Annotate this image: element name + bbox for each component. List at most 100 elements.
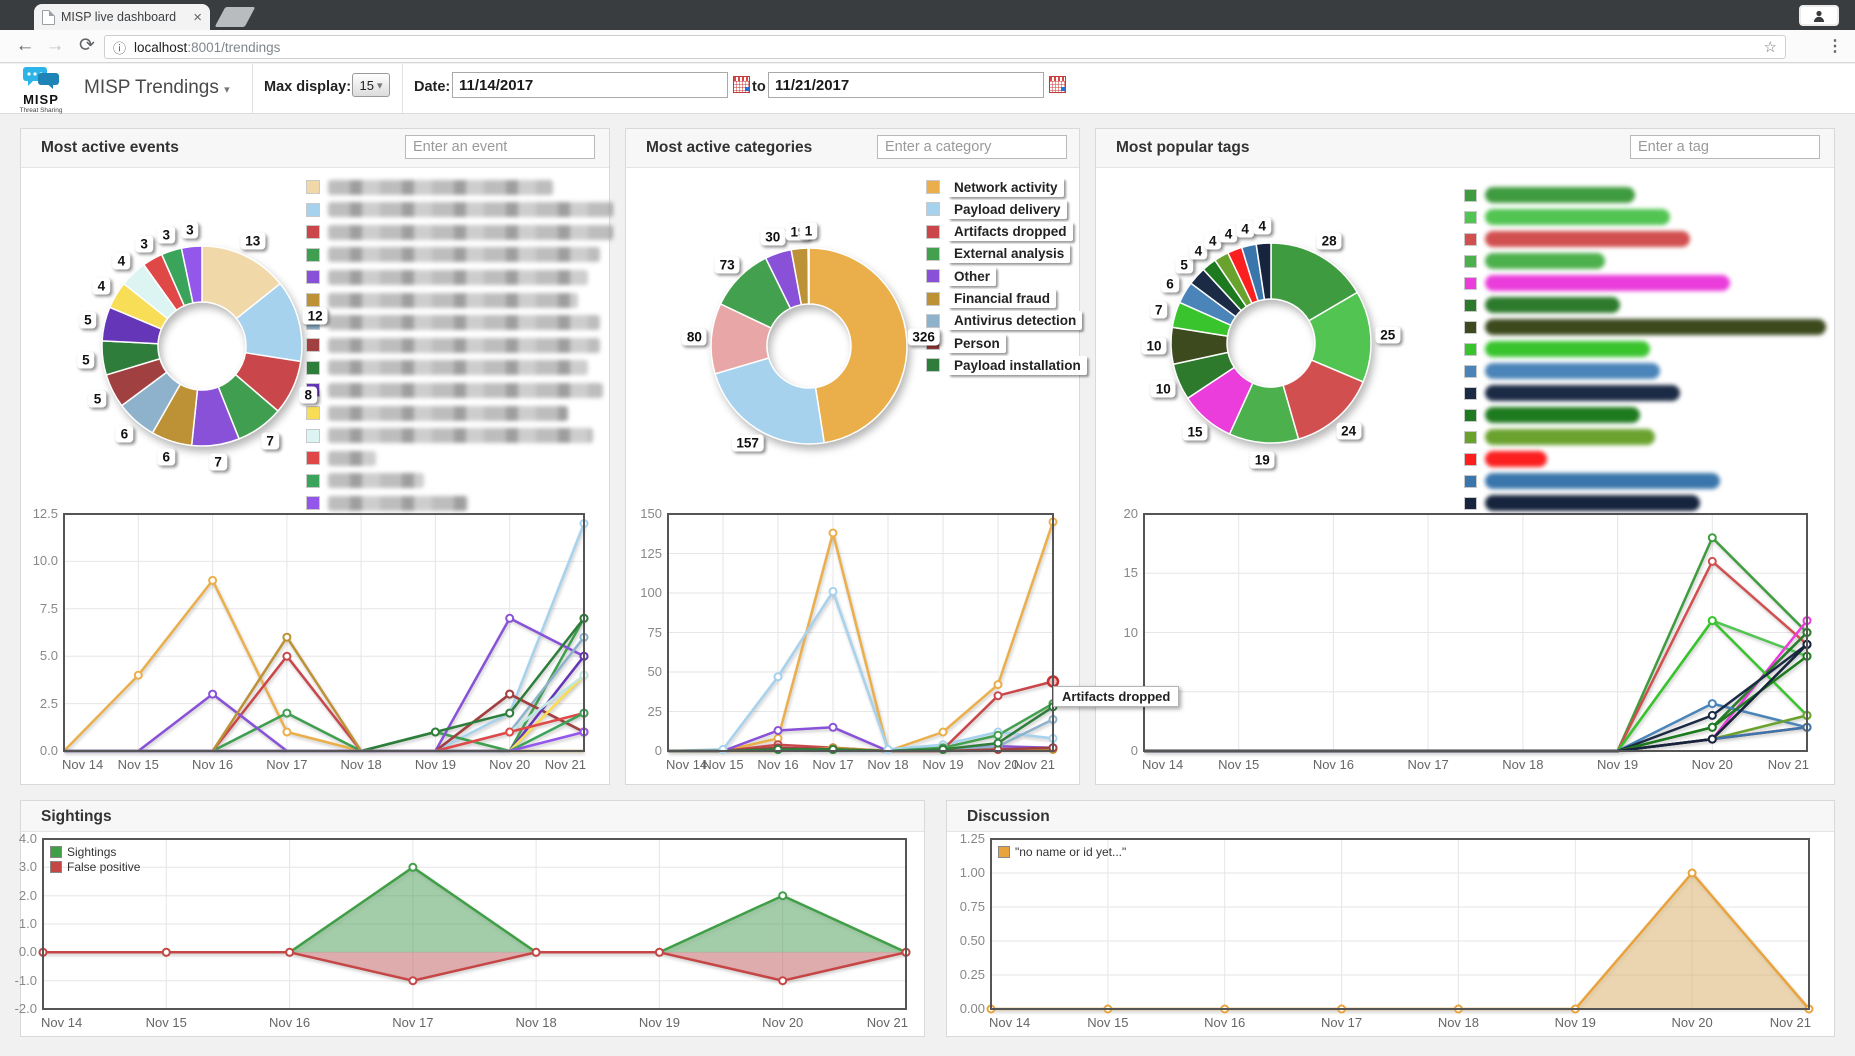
legend-swatch — [306, 225, 320, 239]
x-axis-tick-label: Nov 15 — [135, 1015, 197, 1030]
separator — [252, 64, 253, 113]
donut-value-label: 12 — [303, 308, 328, 325]
url-bar[interactable]: ⓘ localhost :8001/trendings ☆ — [104, 35, 1786, 59]
donut-value-label: 10 — [1142, 338, 1167, 355]
legend-label: Payload delivery — [948, 200, 1067, 219]
legend-label: Network activity — [948, 178, 1064, 197]
date-to-input[interactable] — [768, 72, 1044, 98]
x-axis-tick-label: Nov 17 — [802, 757, 864, 772]
y-axis-tick-label: 15 — [1092, 565, 1138, 580]
legend-swatch — [926, 202, 940, 216]
legend-item-category: Financial fraud — [926, 290, 1056, 308]
panel-sightings: Sightings -2.0-1.00.01.02.03.04.0Nov 14N… — [20, 800, 925, 1037]
x-axis-tick-label: Nov 19 — [1544, 1015, 1606, 1030]
legend-swatch — [926, 314, 940, 328]
bookmark-star-icon[interactable]: ☆ — [1764, 38, 1777, 56]
chart-tooltip: Artifacts dropped — [1053, 686, 1179, 707]
calendar-icon[interactable] — [733, 76, 750, 93]
sightings[interactable] — [43, 839, 906, 1009]
donut-value-label: 7 — [1150, 301, 1168, 318]
legend-label: Artifacts dropped — [948, 222, 1073, 241]
legend-swatch — [1464, 453, 1477, 466]
redacted-tag-chip — [1485, 495, 1700, 511]
date-from-input[interactable] — [452, 72, 728, 98]
calendar-icon[interactable] — [1049, 76, 1066, 93]
x-axis-tick-label: Nov 16 — [259, 1015, 321, 1030]
date-to-label: to — [752, 79, 766, 95]
redacted-tag-chip — [1485, 297, 1620, 313]
y-axis-tick-label: 125 — [616, 546, 662, 561]
categories_donut[interactable] — [626, 129, 947, 484]
misp-logo-icon — [22, 66, 60, 89]
legend-item-redacted — [306, 201, 613, 219]
new-tab-button[interactable] — [215, 7, 256, 27]
x-axis-tick-label: Nov 19 — [1587, 757, 1649, 772]
url-host: localhost — [134, 40, 187, 55]
url-path: :8001/trendings — [187, 40, 280, 55]
event-search-input[interactable] — [405, 135, 595, 159]
x-axis-tick-label: Nov 18 — [1427, 1015, 1489, 1030]
legend-swatch — [1464, 277, 1477, 290]
y-axis-tick-label: 1.25 — [939, 831, 985, 846]
profile-button[interactable] — [1799, 5, 1839, 26]
legend-label: Sightings — [67, 845, 116, 859]
x-axis-tick-label: Nov 20 — [752, 1015, 814, 1030]
tags_trend[interactable] — [1144, 514, 1807, 751]
reload-button[interactable]: ⟳ — [74, 33, 100, 59]
browser-menu-icon[interactable]: ⋮ — [1827, 36, 1843, 56]
events_donut[interactable] — [21, 129, 342, 486]
max-display-select[interactable]: 15 ▾ — [352, 73, 390, 97]
legend-label: External analysis — [948, 244, 1070, 263]
legend-item-category: Artifacts dropped — [926, 223, 1073, 241]
y-axis-tick-label: 1.00 — [939, 865, 985, 880]
nav-title-dropdown[interactable]: MISP Trendings ▾ — [84, 77, 230, 99]
x-axis-tick-label: Nov 20 — [1681, 757, 1743, 772]
legend-swatch — [306, 496, 320, 510]
misp-logo[interactable]: MISP Threat Sharing — [12, 66, 70, 114]
donut-value-label: 8 — [300, 386, 318, 403]
forward-button[interactable]: → — [42, 33, 68, 59]
page-info-icon[interactable]: ⓘ — [113, 38, 126, 57]
tags_donut[interactable] — [1096, 129, 1411, 483]
tab-close-icon[interactable]: × — [193, 10, 202, 25]
x-axis-tick-label: Nov 14 — [41, 1015, 103, 1030]
discussion[interactable] — [991, 839, 1809, 1009]
tag-search-input[interactable] — [1630, 135, 1820, 159]
legend-swatch — [926, 180, 940, 194]
donut-value-label: 24 — [1336, 422, 1361, 439]
legend-item-category: Antivirus detection — [926, 312, 1082, 330]
legend-item-category: Network activity — [926, 178, 1064, 196]
x-axis-tick-label: Nov 19 — [404, 757, 466, 772]
legend-swatch — [998, 846, 1010, 858]
legend-label: False positive — [67, 860, 140, 874]
x-axis-tick-label: Nov 19 — [628, 1015, 690, 1030]
donut-value-label: 13 — [240, 232, 265, 249]
profile-person-icon — [1812, 9, 1826, 23]
y-axis-tick-label: 0.0 — [12, 743, 58, 758]
legend-swatch — [1464, 497, 1477, 510]
x-axis-tick-label: Nov 16 — [747, 757, 809, 772]
donut-value-label: 4 — [1236, 220, 1254, 237]
redacted-event-name — [328, 225, 613, 240]
donut-value-label: 4 — [113, 253, 131, 270]
x-axis-tick-label: Nov 17 — [256, 757, 318, 772]
legend-item-redacted — [306, 449, 376, 467]
y-axis-tick-label: 75 — [616, 625, 662, 640]
categories_trend[interactable] — [668, 514, 1053, 751]
redacted-event-name — [328, 315, 600, 330]
legend-item-tag — [1464, 494, 1700, 512]
x-axis-tick-label: Nov 17 — [1311, 1015, 1373, 1030]
y-axis-tick-label: 0.75 — [939, 899, 985, 914]
legend-swatch — [926, 358, 940, 372]
back-button[interactable]: ← — [12, 33, 38, 59]
x-axis-tick-label: Nov 16 — [1302, 757, 1364, 772]
redacted-tag-chip — [1485, 319, 1826, 335]
events_trend[interactable] — [64, 514, 584, 751]
legend-swatch — [1464, 255, 1477, 268]
browser-tab[interactable]: MISP live dashboard × — [34, 4, 210, 30]
y-axis-tick-label: 10 — [1092, 625, 1138, 640]
donut-value-label: 6 — [157, 449, 175, 466]
y-axis-tick-label: 7.5 — [12, 601, 58, 616]
donut-value-label: 7 — [209, 453, 227, 470]
donut-value-label: 3 — [157, 226, 175, 243]
